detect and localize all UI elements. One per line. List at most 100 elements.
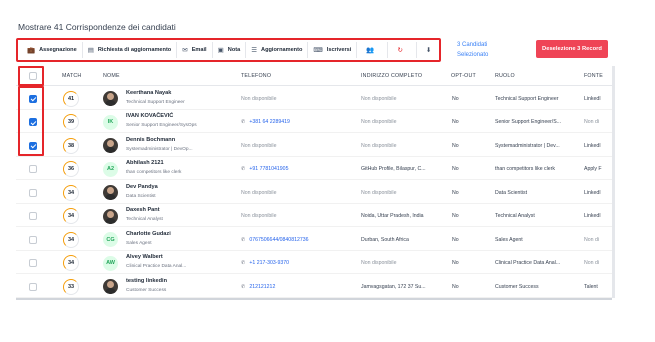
phone-value[interactable]: ✆ +1 217-303-9370 (241, 260, 351, 266)
toolbar-download-button[interactable]: ⬇ (417, 42, 444, 58)
toolbar-nota-button[interactable]: ▣ Nota (213, 42, 247, 58)
document-icon: ▤ (87, 47, 94, 54)
source-value: Talent (584, 283, 598, 290)
column-header-phone[interactable]: TELEFONO (241, 73, 271, 79)
avatar (103, 208, 118, 224)
table-row[interactable]: 34 CG Charlotte Gudazi Sales Agent ✆ 07675066… (16, 228, 612, 251)
match-score: 36 (63, 161, 79, 178)
address-value: Non disponibile (361, 189, 397, 196)
toolbar-iscriversi-button[interactable]: ⌨ Iscriversi (308, 42, 358, 58)
table-row[interactable]: 33 testing linkedin Customer Success ✆ 21212… (16, 275, 612, 298)
match-score: 41 (63, 90, 79, 107)
phone-value: Non disponibile (241, 189, 277, 196)
column-header-role[interactable]: RUOLO (495, 73, 515, 79)
toolbar-richiesta-di-aggiornamento-button[interactable]: ▤ Richiesta di aggiornamento (83, 42, 178, 58)
address-value: Non disponibile (361, 119, 397, 126)
column-header-match[interactable]: MATCH (62, 73, 81, 79)
phone-value[interactable]: ✆ 212121212 (241, 284, 351, 290)
address-value: Noida, Uttar Pradesh, India (361, 213, 424, 220)
toolbar-button-label: Iscriversi (326, 47, 352, 53)
download-icon: ⬇ (425, 47, 432, 54)
table-row[interactable]: 39 IK IVAN KOVAČEVIĆ Senior Support Enginee… (16, 111, 612, 133)
candidate-name[interactable]: Abhilash 2121 (126, 160, 164, 166)
phone-value[interactable]: ✆ 0767506644/0840812736 (241, 237, 351, 243)
toolbar-button-label: Nota (227, 47, 241, 53)
match-score: 34 (63, 184, 79, 201)
row-checkbox[interactable] (29, 165, 37, 174)
role-value: Technical Analyst (495, 213, 535, 220)
opt-out-value: No (452, 260, 459, 267)
match-score: 34 (63, 231, 79, 248)
avatar (103, 91, 118, 107)
candidate-name[interactable]: Charlotte Gudazi (126, 231, 171, 237)
column-header-source[interactable]: FONTE (584, 73, 603, 79)
toolbar-sync-button[interactable]: ↻ (388, 42, 417, 58)
selected-rows-highlight (18, 86, 44, 156)
column-header-name[interactable]: NOME (103, 73, 120, 79)
candidate-name[interactable]: Dennis Bochmann (126, 137, 175, 143)
match-score: 34 (63, 208, 79, 225)
phone-number: +1 217-303-9370 (249, 260, 290, 267)
candidate-name[interactable]: testing linkedin (126, 278, 167, 284)
match-score: 33 (63, 278, 79, 295)
role-value: Technical Support Engineer (495, 95, 559, 102)
column-header-opt-out[interactable]: OPT-OUT (451, 73, 476, 79)
match-score: 34 (63, 255, 79, 272)
table-row[interactable]: 41 Keerthana Nayak Technical Support Engin… (16, 87, 612, 110)
candidate-name[interactable]: Keerthana Nayak (126, 90, 171, 96)
keyboard-icon: ⌨ (313, 47, 323, 54)
opt-out-value: No (452, 236, 459, 243)
phone-value: Non disponibile (241, 142, 277, 149)
avatar: IK (103, 114, 118, 130)
user-add-icon: 👥 (366, 47, 375, 54)
table-row[interactable]: 34 Daxesh Pant Technical Analyst Non dispon… (16, 205, 612, 227)
role-value: Sales Agent (495, 236, 523, 243)
role-value: Systemadministrator | Dev... (495, 142, 560, 149)
column-header-address[interactable]: INDIRIZZO COMPLETO (361, 73, 422, 79)
opt-out-value: No (452, 119, 459, 126)
source-value: Non di (584, 260, 599, 267)
phone-icon: ✆ (241, 260, 246, 267)
opt-out-value: No (452, 166, 459, 173)
source-value: LinkedI (584, 95, 601, 102)
phone-icon: ✆ (241, 166, 246, 173)
source-value: LinkedI (584, 213, 601, 220)
note-icon: ▣ (217, 47, 224, 54)
phone-value: Non disponibile (241, 213, 277, 220)
toolbar-assegnazione-button[interactable]: 💼 Assegnazione (22, 42, 83, 58)
candidate-title: Technical Analyst (126, 217, 163, 223)
avatar: A2 (103, 161, 118, 177)
select-all-highlight (18, 66, 44, 86)
toolbar-button-label: Assegnazione (39, 47, 77, 53)
table-scrollbar[interactable] (612, 66, 615, 298)
phone-value[interactable]: ✆ +91 7781041905 (241, 166, 351, 172)
candidate-name[interactable]: Alvey Walbert (126, 254, 163, 260)
toolbar-email-button[interactable]: ✉ Email (177, 42, 213, 58)
page-title: Mostrare 41 Corrispondenze dei candidati (18, 22, 176, 32)
avatar: CG (103, 232, 118, 248)
candidate-name[interactable]: Dev Pandya (126, 184, 158, 190)
row-checkbox[interactable] (29, 212, 37, 221)
phone-icon: ✆ (241, 283, 246, 290)
row-checkbox[interactable] (29, 188, 37, 197)
table-row[interactable]: 34 AW Alvey Walbert Clinical Practice Data … (16, 252, 612, 274)
candidate-title: than competitors like clerk (126, 170, 182, 176)
match-score: 38 (63, 137, 79, 154)
row-checkbox[interactable] (29, 259, 37, 268)
table-row[interactable]: 34 Dev Pandya Data Scientist Non disponibil… (16, 181, 612, 204)
phone-value[interactable]: ✆ +381 64 2289419 (241, 119, 351, 125)
candidates-table: MATCH NOME TELEFONO INDIRIZZO COMPLETO O… (16, 66, 612, 300)
opt-out-value: No (452, 283, 459, 290)
deselect-records-button[interactable]: Deselezione 3 Record (536, 40, 608, 58)
toolbar-aggiornamento-button[interactable]: ☰ Aggiornamento (246, 42, 309, 58)
table-row[interactable]: 38 Dennis Bochmann Systemadministrator | D… (16, 134, 612, 157)
toolbar-user-add-button[interactable]: 👥 (357, 42, 389, 58)
phone-number: +381 64 2289419 (249, 119, 290, 126)
candidate-name[interactable]: IVAN KOVAČEVIĆ (126, 113, 173, 119)
candidate-name[interactable]: Daxesh Pant (126, 207, 160, 213)
address-value: GitHub Profile, Bilaspur, C... (361, 166, 426, 173)
row-checkbox[interactable] (29, 235, 37, 244)
table-header: MATCH NOME TELEFONO INDIRIZZO COMPLETO O… (16, 66, 612, 86)
table-row[interactable]: 36 A2 Abhilash 2121 than competitors like c… (16, 158, 612, 180)
row-checkbox[interactable] (29, 282, 37, 291)
